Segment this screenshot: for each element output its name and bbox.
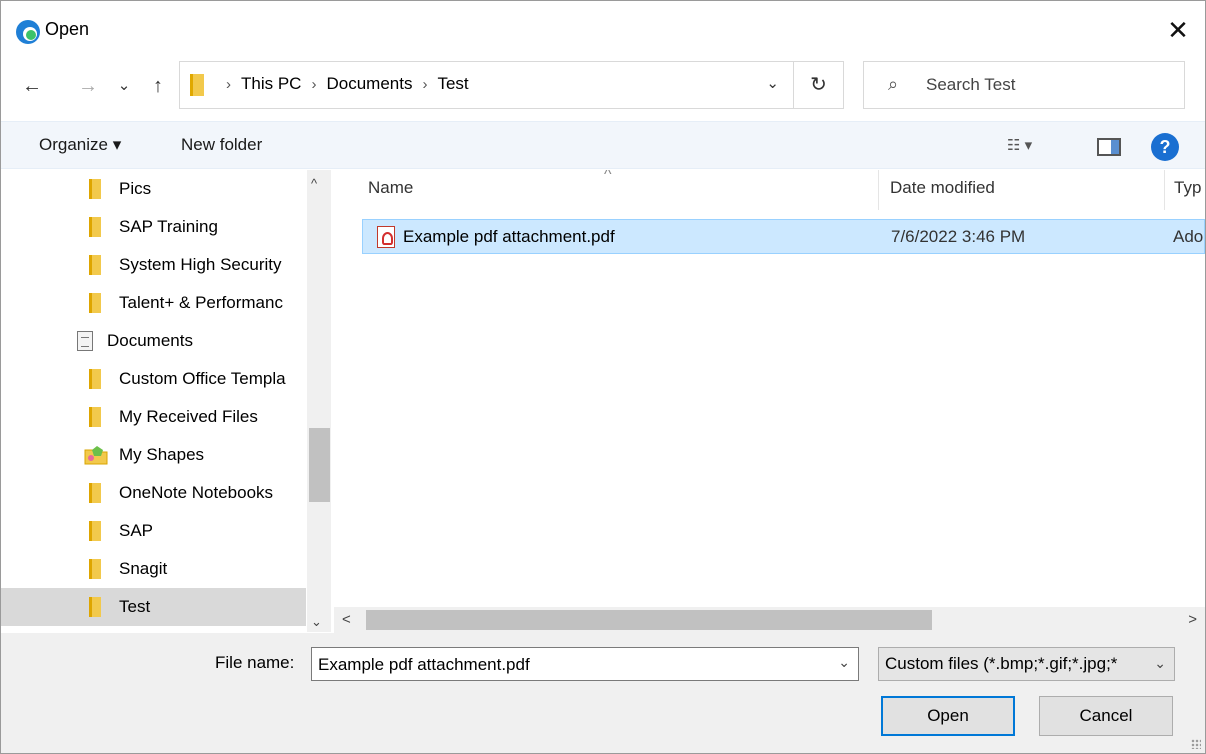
resize-grip-icon[interactable] [1191,739,1201,749]
folder-icon [89,217,101,237]
command-toolbar: Organize ▾ New folder ☷ ▾ ? [1,121,1205,169]
sidebar-item-sap[interactable]: SAP [1,512,306,550]
crumb-this-pc[interactable]: This PC [241,74,301,94]
file-name-label: File name: [215,653,295,672]
chevron-down-icon[interactable]: ⌄ [766,74,779,92]
title-bar: Open ✕ [1,1,1205,59]
organize-button[interactable]: Organize ▾ [39,135,121,155]
scroll-right-arrow[interactable]: > [1188,611,1197,628]
sidebar-item-pics[interactable]: Pics [1,170,306,208]
crumb-separator: › [226,75,231,93]
folder-icon [89,483,101,503]
sidebar-item-label: Talent+ & Performanc [119,293,283,312]
recent-locations-button[interactable]: ⌄ [111,69,137,103]
crumb-documents[interactable]: Documents [326,74,412,94]
close-button[interactable]: ✕ [1161,13,1195,47]
folder-icon [89,255,101,275]
preview-pane-icon[interactable] [1097,138,1121,156]
documents-icon [77,331,93,351]
sidebar-item-talent-performance[interactable]: Talent+ & Performanc [1,284,306,322]
folder-icon [89,521,101,541]
sidebar-item-test[interactable]: Test [1,588,306,626]
file-name-input[interactable] [318,652,818,678]
edge-icon [16,20,40,44]
chevron-down-icon[interactable]: ⌄ [838,654,850,671]
file-type-filter-dropdown[interactable]: Custom files (*.bmp;*.gif;*.jpg;* ⌄ [878,647,1175,681]
sidebar-item-label: Documents [107,331,193,350]
sidebar-item-system-high-security[interactable]: System High Security [1,246,306,284]
horizontal-scrollbar[interactable]: < > [334,607,1205,633]
column-header-date-modified[interactable]: Date modified [890,178,995,198]
sidebar-item-label: My Received Files [119,407,258,426]
up-button[interactable]: ↑ [145,69,171,103]
chevron-down-icon: ⌄ [1154,655,1166,671]
sidebar-item-label: Test [119,597,151,616]
window-title: Open [45,19,90,39]
pdf-file-icon [377,226,395,248]
sidebar-item-custom-office-templates[interactable]: Custom Office Templa [1,360,306,398]
navigation-scrollbar[interactable]: ^ ⌄ [307,170,331,632]
column-divider[interactable] [1164,170,1165,210]
view-options-button[interactable]: ☷ ▾ [1007,136,1032,154]
crumb-separator: › [311,75,317,93]
folder-icon [89,293,101,313]
scroll-up-arrow[interactable]: ^ [311,176,317,191]
sidebar-item-sap-training[interactable]: SAP Training [1,208,306,246]
file-name-combobox[interactable]: ⌄ [311,647,859,681]
breadcrumb: › This PC › Documents › Test [216,74,469,94]
column-divider[interactable] [878,170,879,210]
sidebar-item-label: Custom Office Templa [119,369,286,388]
file-row[interactable]: Example pdf attachment.pdf 7/6/2022 3:46… [362,219,1205,254]
sidebar-item-my-shapes[interactable]: My Shapes [1,436,306,474]
search-input[interactable] [926,70,1176,100]
search-icon: ⌕ [888,74,899,94]
scrollbar-thumb[interactable] [366,610,932,630]
file-date-modified: 7/6/2022 3:46 PM [891,227,1026,246]
help-icon[interactable]: ? [1151,133,1179,161]
shapes-icon [84,446,108,465]
sidebar-item-label: OneNote Notebooks [119,483,274,502]
scrollbar-thumb[interactable] [309,428,330,502]
scroll-left-arrow[interactable]: < [342,611,351,628]
crumb-test[interactable]: Test [437,74,468,94]
address-bar[interactable]: › This PC › Documents › Test ⌄ [179,61,794,109]
crumb-separator: › [422,75,428,93]
sidebar-item-label: SAP [119,521,154,540]
back-button[interactable]: ← [19,69,45,103]
open-dialog: Open ✕ ← → ⌄ ↑ › This PC › Documents › T… [0,0,1206,754]
sidebar-item-onenote-notebooks[interactable]: OneNote Notebooks [1,474,306,512]
sidebar-item-label: Snagit [119,559,168,578]
open-button[interactable]: Open [881,696,1015,736]
file-type: Ado [1173,227,1204,246]
column-header-type[interactable]: Typ [1174,178,1201,198]
dialog-footer: File name: ⌄ Custom files (*.bmp;*.gif;*… [1,633,1205,753]
sort-ascending-icon: ^ [604,170,612,183]
sidebar-item-my-received-files[interactable]: My Received Files [1,398,306,436]
search-box[interactable]: ⌕ [863,61,1185,109]
sidebar-item-label: SAP Training [119,217,218,236]
scroll-down-arrow[interactable]: ⌄ [311,614,322,630]
refresh-button[interactable]: ↻ [794,61,844,109]
forward-button[interactable]: → [75,69,101,103]
folder-icon [89,369,101,389]
folder-icon [89,179,101,199]
folder-icon [89,559,101,579]
column-header-name[interactable]: Name [368,178,413,198]
file-type-filter-value: Custom files (*.bmp;*.gif;*.jpg;* [885,654,1118,673]
new-folder-button[interactable]: New folder [181,135,262,155]
file-list: ^ Name Date modified Typ Example pdf att… [334,170,1205,606]
sidebar-item-label: Pics [119,179,152,198]
file-name: Example pdf attachment.pdf [403,227,615,246]
sidebar-item-documents[interactable]: Documents [1,322,306,360]
navigation-pane: Pics SAP Training System High Security T… [1,170,306,630]
folder-icon [89,407,101,427]
folder-icon [190,74,204,96]
cancel-button[interactable]: Cancel [1039,696,1173,736]
sidebar-item-label: My Shapes [119,445,205,464]
sidebar-item-label: System High Security [119,255,282,274]
sidebar-item-snagit[interactable]: Snagit [1,550,306,588]
folder-icon [89,597,101,617]
